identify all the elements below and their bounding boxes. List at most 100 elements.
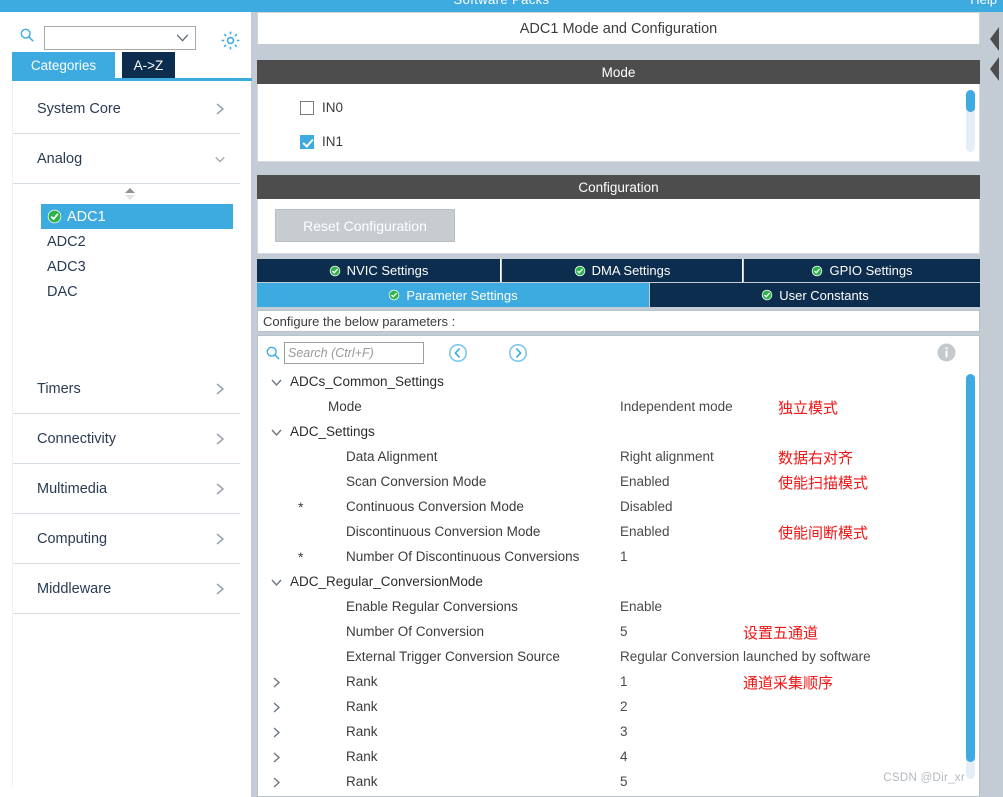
parameter-tree-scrollbar-thumb[interactable] bbox=[966, 374, 975, 762]
parameter-row[interactable]: ADC_Regular_ConversionMode bbox=[258, 570, 979, 595]
green-check-icon bbox=[329, 265, 340, 276]
tab-a-to-z[interactable]: A->Z bbox=[122, 52, 175, 78]
tab-parameter-settings[interactable]: Parameter Settings bbox=[257, 283, 649, 307]
chevron-down-icon[interactable] bbox=[270, 576, 283, 589]
chevron-right-icon[interactable] bbox=[270, 776, 283, 789]
sidebar-item-label: ADC1 bbox=[67, 208, 106, 225]
tab-dma-settings[interactable]: DMA Settings bbox=[502, 259, 743, 282]
chevron-right-icon[interactable] bbox=[270, 701, 283, 714]
parameter-row[interactable]: Discontinuous Conversion Mode Enabled 使能间断… bbox=[258, 520, 979, 545]
chevron-right-icon[interactable] bbox=[214, 432, 226, 446]
sidebar-item-label: Timers bbox=[37, 380, 81, 397]
green-check-icon bbox=[574, 265, 585, 276]
collapse-left-icon[interactable] bbox=[986, 54, 1002, 84]
parameter-value[interactable]: Independent mode bbox=[620, 399, 733, 414]
parameter-search-box[interactable] bbox=[284, 342, 424, 364]
tab-user-constants[interactable]: User Constants bbox=[650, 283, 980, 307]
parameter-value[interactable]: 4 bbox=[620, 749, 628, 764]
chevron-right-icon[interactable] bbox=[214, 102, 226, 116]
parameter-value[interactable]: 5 bbox=[620, 624, 628, 639]
parameter-row[interactable]: Rank 3 bbox=[258, 720, 979, 745]
checkbox-in0[interactable] bbox=[300, 100, 314, 115]
parameter-row[interactable]: Scan Conversion Mode Enabled 使能扫描模式 bbox=[258, 470, 979, 495]
parameter-value[interactable]: Disabled bbox=[620, 499, 673, 514]
parameter-name: Rank bbox=[346, 749, 378, 764]
parameter-value[interactable]: 5 bbox=[620, 774, 628, 789]
annotation-text: 使能间断模式 bbox=[778, 524, 869, 542]
chevron-right-icon[interactable] bbox=[270, 751, 283, 764]
sidebar-item-adc3[interactable]: ADC3 bbox=[13, 254, 240, 279]
page-title: ADC1 Mode and Configuration bbox=[257, 12, 980, 44]
sort-toggle-icon[interactable] bbox=[121, 186, 139, 202]
info-icon[interactable] bbox=[936, 342, 957, 363]
mode-scrollbar[interactable] bbox=[966, 90, 975, 152]
chevron-down-icon[interactable] bbox=[214, 152, 226, 166]
gear-icon[interactable] bbox=[220, 30, 241, 51]
parameter-value[interactable]: Regular Conversion launched by software bbox=[620, 649, 871, 664]
sidebar-item-connectivity[interactable]: Connectivity bbox=[13, 414, 240, 464]
checkbox-in1[interactable] bbox=[300, 134, 314, 149]
parameter-value[interactable]: 1 bbox=[620, 674, 628, 689]
chevron-right-icon[interactable] bbox=[214, 382, 226, 396]
chevron-right-icon[interactable] bbox=[214, 532, 226, 546]
parameter-row[interactable]: * Number Of Discontinuous Conversions 1 bbox=[258, 545, 979, 570]
sidebar-tabbar: Categories A->Z bbox=[12, 52, 252, 78]
mode-scrollbar-thumb[interactable] bbox=[966, 90, 975, 112]
collapse-left-icon[interactable] bbox=[986, 24, 1002, 54]
sidebar-search-combo[interactable] bbox=[44, 26, 196, 50]
sidebar-search-input[interactable] bbox=[49, 29, 169, 47]
parameter-row[interactable]: Rank 5 bbox=[258, 770, 979, 795]
parameter-name: ADCs_Common_Settings bbox=[290, 374, 444, 389]
parameter-row[interactable]: Rank 4 bbox=[258, 745, 979, 770]
parameter-value[interactable]: Enabled bbox=[620, 524, 670, 539]
parameter-tree-scrollbar[interactable] bbox=[966, 374, 975, 779]
chevron-down-icon[interactable] bbox=[270, 376, 283, 389]
sidebar-item-middleware[interactable]: Middleware bbox=[13, 564, 240, 614]
parameter-row[interactable]: Mode Independent mode 独立模式 bbox=[258, 395, 979, 420]
chevron-right-icon[interactable] bbox=[214, 482, 226, 496]
sidebar-item-adc1[interactable]: ADC1 bbox=[41, 204, 233, 229]
parameter-row[interactable]: Number Of Conversion 5 设置五通道 bbox=[258, 620, 979, 645]
parameter-value[interactable]: 3 bbox=[620, 724, 628, 739]
chevron-right-icon[interactable] bbox=[270, 676, 283, 689]
parameter-value[interactable]: 1 bbox=[620, 549, 628, 564]
parameter-search-row bbox=[258, 336, 979, 370]
tab-gpio-settings[interactable]: GPIO Settings bbox=[744, 259, 980, 282]
sidebar-item-multimedia[interactable]: Multimedia bbox=[13, 464, 240, 514]
mode-checkbox-in1-row[interactable]: IN1 bbox=[300, 134, 343, 149]
tab-label: User Constants bbox=[779, 287, 869, 303]
mode-checkbox-in0-row[interactable]: IN0 bbox=[300, 100, 343, 115]
parameter-row[interactable]: ADCs_Common_Settings bbox=[258, 370, 979, 395]
sidebar-item-analog[interactable]: Analog bbox=[13, 134, 240, 184]
previous-icon[interactable] bbox=[448, 343, 468, 363]
sidebar-item-system-core[interactable]: System Core bbox=[13, 84, 240, 134]
chevron-down-icon[interactable] bbox=[176, 34, 189, 42]
parameter-value[interactable]: Enabled bbox=[620, 474, 670, 489]
sidebar-item-dac[interactable]: DAC bbox=[13, 279, 240, 304]
parameter-value[interactable]: Enable bbox=[620, 599, 662, 614]
parameter-row[interactable]: Rank 1 通道采集顺序 bbox=[258, 670, 979, 695]
parameter-row[interactable]: External Trigger Conversion Source Regula… bbox=[258, 645, 979, 670]
reset-configuration-button[interactable]: Reset Configuration bbox=[275, 209, 455, 242]
next-icon[interactable] bbox=[508, 343, 528, 363]
annotation-text: 数据右对齐 bbox=[778, 449, 854, 467]
tab-categories[interactable]: Categories bbox=[12, 52, 115, 78]
watermark: CSDN @Dir_xr bbox=[883, 772, 965, 784]
chevron-right-icon[interactable] bbox=[214, 582, 226, 596]
parameter-value[interactable]: Right alignment bbox=[620, 449, 714, 464]
parameter-row[interactable]: Enable Regular Conversions Enable bbox=[258, 595, 979, 620]
chevron-down-icon[interactable] bbox=[270, 426, 283, 439]
parameter-row[interactable]: ADC_Settings bbox=[258, 420, 979, 445]
sidebar-item-adc2[interactable]: ADC2 bbox=[13, 229, 240, 254]
parameter-row[interactable]: Rank 2 bbox=[258, 695, 979, 720]
search-input[interactable] bbox=[285, 343, 423, 363]
parameter-row[interactable]: Data Alignment Right alignment 数据右对齐 bbox=[258, 445, 979, 470]
window-help-label[interactable]: Help bbox=[970, 0, 997, 7]
tab-nvic-settings[interactable]: NVIC Settings bbox=[257, 259, 501, 282]
parameter-value[interactable]: 2 bbox=[620, 699, 628, 714]
sidebar-item-timers[interactable]: Timers bbox=[13, 364, 240, 414]
sidebar-item-label: Multimedia bbox=[37, 480, 108, 497]
parameter-row[interactable]: * Continuous Conversion Mode Disabled bbox=[258, 495, 979, 520]
chevron-right-icon[interactable] bbox=[270, 726, 283, 739]
sidebar-item-computing[interactable]: Computing bbox=[13, 514, 240, 564]
